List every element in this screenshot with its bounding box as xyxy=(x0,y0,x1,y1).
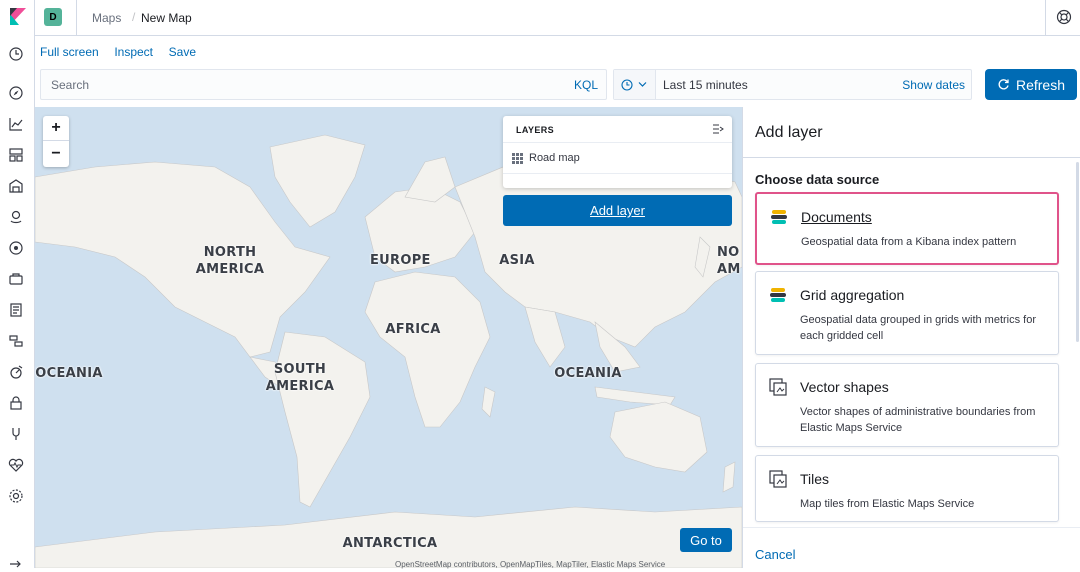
recent-icon[interactable] xyxy=(8,46,24,62)
source-title: Grid aggregation xyxy=(800,287,905,303)
elastic-icon xyxy=(770,288,786,302)
source-description: Map tiles from Elastic Maps Service xyxy=(800,498,975,510)
label-south-america: SOUTH AMERICA xyxy=(265,362,335,394)
monitoring-icon[interactable] xyxy=(8,457,24,473)
source-title: Vector shapes xyxy=(800,379,889,395)
siem-icon[interactable] xyxy=(8,395,24,411)
label-oceania-right: OCEANIA xyxy=(554,366,622,381)
space-avatar[interactable]: D xyxy=(44,8,62,26)
discover-icon[interactable] xyxy=(8,85,24,101)
cancel-button[interactable]: Cancel xyxy=(755,547,795,562)
apm-icon[interactable] xyxy=(8,333,24,349)
ems-icon xyxy=(769,378,787,396)
header-divider xyxy=(76,0,77,36)
infrastructure-icon[interactable] xyxy=(8,271,24,287)
refresh-label: Refresh xyxy=(1015,76,1066,93)
search-input[interactable] xyxy=(41,70,561,99)
breadcrumb-maps[interactable]: Maps xyxy=(92,11,121,25)
flyout-subtitle: Choose data source xyxy=(755,172,880,187)
label-asia: ASIA xyxy=(499,253,535,268)
grid-icon xyxy=(512,153,523,164)
source-card-grid-aggregation[interactable]: Grid aggregation Geospatial data grouped… xyxy=(755,271,1059,355)
kibana-logo[interactable] xyxy=(8,8,26,26)
elastic-icon xyxy=(771,210,787,224)
source-description: Vector shapes of administrative boundari… xyxy=(800,406,1036,434)
full-screen-link[interactable]: Full screen xyxy=(40,45,99,59)
flyout-divider xyxy=(743,157,1080,158)
go-to-button[interactable]: Go to xyxy=(680,528,732,552)
app-menu: Full screen Inspect Save xyxy=(40,44,208,59)
layers-header: LAYERS xyxy=(503,116,732,143)
flyout-scrollbar[interactable] xyxy=(1076,162,1079,342)
label-europe: EUROPE xyxy=(370,253,431,268)
label-oceania-left: OCEANIA xyxy=(35,366,103,381)
breadcrumb-current: New Map xyxy=(141,11,192,25)
add-layer-flyout: Add layer Choose data source Documents G… xyxy=(742,107,1080,568)
refresh-button[interactable]: Refresh xyxy=(985,69,1077,100)
visualize-icon[interactable] xyxy=(8,116,24,132)
time-range-label[interactable]: Last 15 minutes xyxy=(663,78,748,92)
source-card-tiles[interactable]: Tiles Map tiles from Elastic Maps Servic… xyxy=(755,455,1059,522)
ml-icon[interactable] xyxy=(8,240,24,256)
search-bar: KQL xyxy=(40,69,607,100)
calendar-clock-icon xyxy=(621,79,633,91)
dev-tools-icon[interactable] xyxy=(8,426,24,442)
zoom-in-button[interactable]: + xyxy=(43,116,69,141)
label-north-america-clipped: NO AM xyxy=(717,245,741,277)
canvas-icon[interactable] xyxy=(8,178,24,194)
refresh-icon xyxy=(998,79,1009,90)
zoom-control: + − xyxy=(43,116,69,167)
flyout-footer-divider xyxy=(743,527,1080,528)
quick-menu-button[interactable] xyxy=(614,70,656,99)
dashboard-icon[interactable] xyxy=(8,147,24,163)
layers-title: LAYERS xyxy=(516,125,555,135)
add-layer-button[interactable]: Add layer xyxy=(503,195,732,226)
collapse-nav-icon[interactable] xyxy=(8,556,24,572)
source-description: Geospatial data grouped in grids with me… xyxy=(800,314,1037,342)
flyout-title: Add layer xyxy=(755,124,823,141)
label-antarctica: ANTARCTICA xyxy=(342,536,438,551)
header: D Maps / New Map xyxy=(35,0,1080,36)
layer-item[interactable]: Road map xyxy=(503,143,732,174)
breadcrumb-separator: / xyxy=(132,10,136,24)
source-title: Documents xyxy=(801,209,872,225)
save-link[interactable]: Save xyxy=(169,45,196,59)
help-icon[interactable] xyxy=(1056,9,1072,25)
chevron-down-icon xyxy=(638,82,647,87)
layer-name: Road map xyxy=(529,152,580,164)
date-picker: Last 15 minutes Show dates xyxy=(613,69,972,100)
layers-panel: LAYERS Road map xyxy=(503,116,732,188)
zoom-out-button[interactable]: − xyxy=(43,141,69,166)
show-dates-link[interactable]: Show dates xyxy=(902,78,965,92)
left-nav xyxy=(0,0,35,568)
logs-icon[interactable] xyxy=(8,302,24,318)
collapse-layers-icon[interactable] xyxy=(712,123,724,135)
source-title: Tiles xyxy=(800,471,830,487)
source-card-vector-shapes[interactable]: Vector shapes Vector shapes of administr… xyxy=(755,363,1059,447)
uptime-icon[interactable] xyxy=(8,364,24,380)
maps-icon[interactable] xyxy=(8,209,24,225)
label-africa: AFRICA xyxy=(385,322,441,337)
source-description: Geospatial data from a Kibana index patt… xyxy=(801,236,1017,248)
management-icon[interactable] xyxy=(8,488,24,504)
ems-icon xyxy=(769,470,787,488)
layer-control: LAYERS Road map Add layer xyxy=(503,116,732,226)
label-north-america: NORTH AMERICA xyxy=(195,245,265,277)
source-card-documents[interactable]: Documents Geospatial data from a Kibana … xyxy=(755,192,1059,265)
header-divider-right xyxy=(1045,0,1046,36)
kql-toggle[interactable]: KQL xyxy=(574,78,598,92)
inspect-link[interactable]: Inspect xyxy=(114,45,153,59)
